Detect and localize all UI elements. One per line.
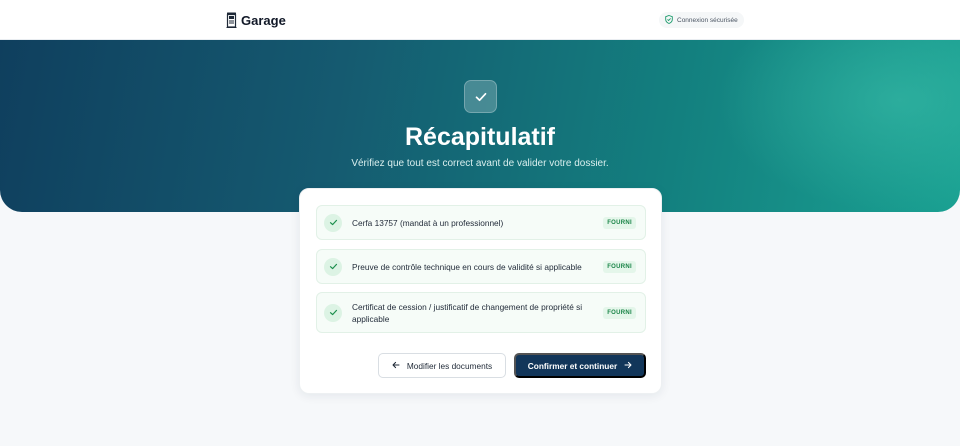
arrow-right-icon	[624, 361, 632, 371]
status-badge: FOURNI	[603, 260, 636, 273]
secure-badge-label: Connexion sécurisée	[677, 16, 738, 24]
top-bar: Garage Connexion sécurisée	[0, 0, 960, 40]
document-item: Certificat de cession / justificatif de …	[316, 292, 646, 333]
document-item: Cerfa 13757 (mandat à un professionnel) …	[316, 205, 646, 240]
document-item: Preuve de contrôle technique en cours de…	[316, 249, 646, 284]
check-circle-icon	[324, 213, 342, 232]
summary-card: Cerfa 13757 (mandat à un professionnel) …	[299, 188, 662, 394]
secure-connection-badge: Connexion sécurisée	[659, 12, 744, 28]
status-badge: FOURNI	[603, 306, 636, 319]
check-circle-icon	[324, 257, 342, 276]
page-title: Récapitulatif	[404, 123, 556, 151]
edit-documents-button[interactable]: Modifier les documents	[378, 353, 506, 378]
status-badge: FOURNI	[603, 216, 636, 229]
brand-logo[interactable]: Garage	[226, 11, 286, 29]
confirm-continue-label: Confirmer et continuer	[527, 360, 618, 371]
brand-name: Garage	[241, 12, 286, 28]
shield-check-icon	[665, 14, 673, 26]
page-subtitle: Vérifiez que tout est correct avant de v…	[351, 158, 609, 169]
document-label: Cerfa 13757 (mandat à un professionnel)	[352, 217, 504, 228]
document-label: Preuve de contrôle technique en cours de…	[352, 261, 582, 272]
hero-banner: Récapitulatif Vérifiez que tout est corr…	[0, 40, 960, 212]
arrow-left-icon	[392, 361, 400, 371]
check-icon	[464, 80, 497, 113]
phone-booth-icon	[226, 12, 237, 28]
edit-documents-label: Modifier les documents	[406, 360, 493, 371]
check-circle-icon	[324, 303, 342, 322]
confirm-continue-button[interactable]: Confirmer et continuer	[514, 353, 646, 378]
document-label: Certificat de cession / justificatif de …	[352, 301, 583, 324]
